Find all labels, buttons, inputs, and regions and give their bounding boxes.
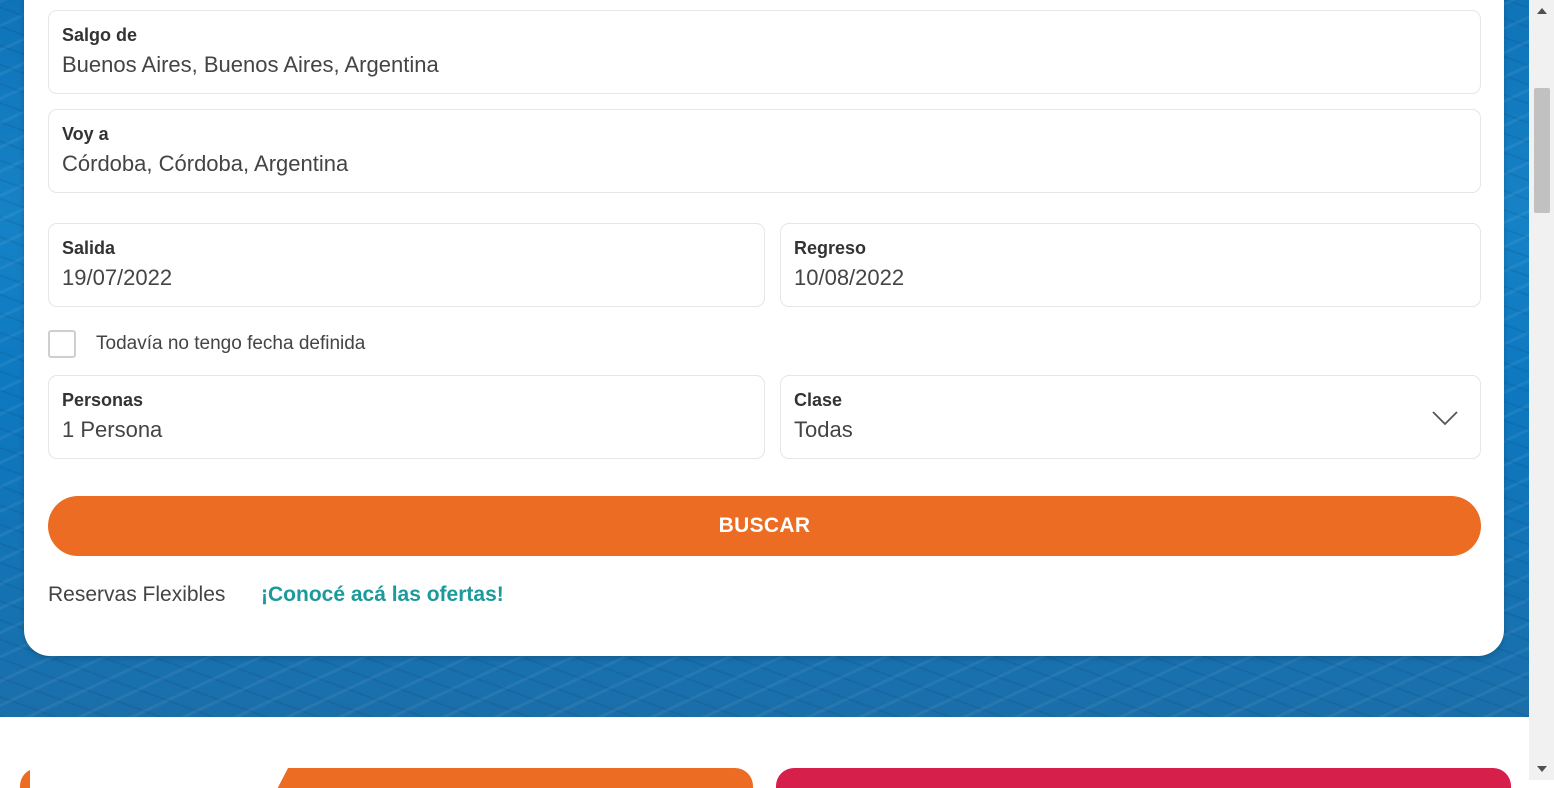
origin-label: Salgo de — [62, 25, 138, 45]
departure-value: 19/07/2022 — [62, 265, 173, 290]
destination-label: Voy a — [62, 124, 109, 144]
cabin-class-label: Clase — [794, 390, 843, 410]
offers-link[interactable]: ¡Conocé acá las ofertas! — [261, 583, 504, 607]
scroll-down-arrow-icon[interactable] — [1537, 766, 1547, 772]
passengers-value: 1 Persona — [62, 417, 163, 442]
promo-card-right[interactable] — [776, 768, 1511, 788]
scroll-up-arrow-icon[interactable] — [1537, 8, 1547, 14]
passengers-label: Personas — [62, 390, 144, 410]
cabin-class-value: Todas — [794, 417, 853, 442]
flight-search-form — [24, 0, 1504, 656]
origin-value: Buenos Aires, Buenos Aires, Argentina — [62, 52, 439, 77]
destination-field[interactable]: Voy a Córdoba, Córdoba, Argentina — [48, 109, 1481, 193]
promo-card-left-tab — [30, 768, 288, 788]
return-value: 10/08/2022 — [794, 265, 905, 290]
return-label: Regreso — [794, 238, 867, 258]
search-button[interactable]: BUSCAR — [48, 496, 1481, 556]
chevron-down-icon[interactable] — [1432, 410, 1458, 426]
origin-field[interactable]: Salgo de Buenos Aires, Buenos Aires, Arg… — [48, 10, 1481, 94]
flexible-bookings-text: Reservas Flexibles — [48, 583, 226, 606]
departure-label: Salida — [62, 238, 116, 258]
cabin-class-select[interactable]: Clase Todas — [780, 375, 1481, 459]
vertical-scrollbar[interactable] — [1529, 0, 1554, 780]
departure-date-field[interactable]: Salida 19/07/2022 — [48, 223, 765, 307]
destination-value: Córdoba, Córdoba, Argentina — [62, 151, 349, 176]
scrollbar-thumb[interactable] — [1534, 88, 1550, 213]
passengers-field[interactable]: Personas 1 Persona — [48, 375, 765, 459]
no-date-checkbox[interactable] — [48, 330, 76, 358]
return-date-field[interactable]: Regreso 10/08/2022 — [780, 223, 1481, 307]
no-date-checkbox-label[interactable]: Todavía no tengo fecha definida — [96, 333, 365, 355]
